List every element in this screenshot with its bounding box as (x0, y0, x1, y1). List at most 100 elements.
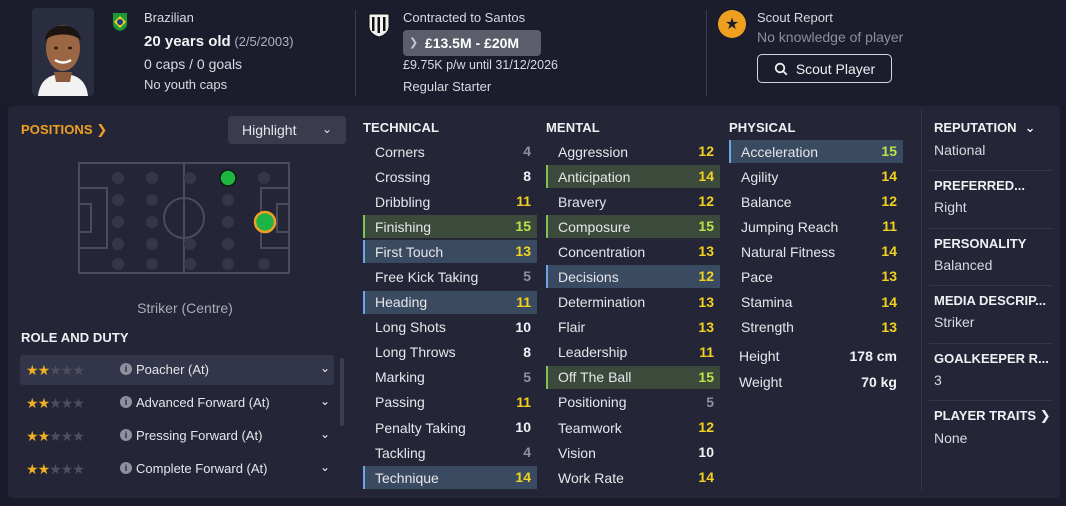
media-value: Striker (934, 314, 975, 330)
attribute-row[interactable]: Finishing 15 (363, 215, 537, 239)
star-icon: ★ (60, 428, 74, 444)
height-value: 178 cm (849, 348, 897, 364)
attribute-row[interactable]: Teamwork 12 (546, 416, 720, 439)
attribute-row[interactable]: Dribbling 11 (363, 190, 537, 213)
highlight-dropdown[interactable]: Highlight ⌄ (228, 116, 346, 144)
attribute-row[interactable]: Natural Fitness 14 (729, 240, 903, 263)
position-name: Striker (Centre) (137, 300, 233, 316)
attribute-row[interactable]: Technique 14 (363, 466, 537, 490)
attribute-row[interactable]: Passing 11 (363, 391, 537, 414)
attribute-value: 12 (698, 193, 714, 210)
attribute-value: 13 (698, 293, 714, 310)
attribute-row[interactable]: Stamina 14 (729, 291, 903, 314)
attribute-row[interactable]: Flair 13 (546, 316, 720, 339)
player-portrait (32, 8, 94, 96)
attribute-row[interactable]: Long Shots 10 (363, 316, 537, 339)
scout-report-subtitle: No knowledge of player (757, 29, 904, 45)
attribute-value: 8 (523, 343, 531, 360)
role-row[interactable]: ★★★★★ i Pressing Forward (At) ⌄ (20, 421, 334, 451)
attribute-row[interactable]: Vision 10 (546, 441, 720, 464)
attribute-row[interactable]: Crossing 8 (363, 165, 537, 188)
attribute-row[interactable]: Long Throws 8 (363, 341, 537, 364)
search-icon (774, 62, 788, 75)
traits-value: None (934, 430, 968, 446)
info-icon[interactable]: i (120, 396, 132, 408)
attribute-row[interactable]: Tackling 4 (363, 441, 537, 464)
role-list-scrollbar[interactable] (340, 358, 344, 426)
attribute-value: 10 (515, 318, 531, 335)
attribute-row[interactable]: Heading 11 (363, 290, 537, 314)
gk-label: GOALKEEPER R... (934, 351, 1049, 366)
attribute-row[interactable]: Bravery 12 (546, 190, 720, 213)
preferred-value: Right (934, 199, 967, 215)
attribute-row[interactable]: Positioning 5 (546, 391, 720, 414)
attribute-name: Vision (558, 444, 596, 461)
attribute-name: Aggression (558, 143, 629, 160)
attribute-row[interactable]: Off The Ball 15 (546, 365, 720, 389)
role-rating: ★★★★★ (26, 362, 85, 379)
attribute-row[interactable]: Jumping Reach 11 (729, 215, 903, 238)
attribute-row[interactable]: Pace 13 (729, 265, 903, 288)
attribute-row[interactable]: Strength 13 (729, 316, 903, 339)
attribute-row[interactable]: Determination 13 (546, 291, 720, 314)
age: 20 years old (144, 33, 231, 50)
chevron-down-icon[interactable]: ⌄ (320, 361, 330, 375)
attribute-row[interactable]: Marking 5 (363, 366, 537, 389)
header-divider (706, 10, 707, 96)
attribute-name: Pace (741, 268, 773, 285)
attribute-row[interactable]: Acceleration 15 (729, 140, 903, 163)
attribute-name: Technique (375, 469, 439, 486)
attribute-name: Penalty Taking (375, 419, 466, 436)
star-icon: ★ (37, 362, 51, 378)
squad-status: Regular Starter (403, 79, 492, 94)
chevron-down-icon[interactable]: ⌄ (320, 427, 330, 441)
attribute-name: Long Shots (375, 319, 446, 336)
star-icon: ★ (60, 362, 74, 378)
chevron-down-icon[interactable]: ⌄ (320, 460, 330, 474)
age-line: 20 years old (2/5/2003) (144, 33, 294, 50)
role-row[interactable]: ★★★★★ i Complete Forward (At) ⌄ (20, 454, 334, 484)
attribute-name: Positioning (558, 394, 627, 411)
youth-caps: No youth caps (144, 77, 228, 92)
chevron-down-icon[interactable]: ⌄ (320, 394, 330, 408)
attribute-row[interactable]: Corners 4 (363, 140, 537, 163)
star-icon: ★ (60, 461, 74, 477)
attribute-row[interactable]: Work Rate 14 (546, 466, 720, 489)
info-icon[interactable]: i (120, 363, 132, 375)
positions-link[interactable]: POSITIONS ❯ (21, 122, 107, 138)
attribute-row[interactable]: Penalty Taking 10 (363, 416, 537, 439)
scout-player-button[interactable]: Scout Player (757, 54, 892, 83)
attribute-value: 13 (698, 243, 714, 260)
player-traits[interactable]: PLAYER TRAITS ❯ None (934, 408, 1054, 446)
attribute-row[interactable]: Composure 15 (546, 215, 720, 239)
attribute-value: 14 (881, 168, 897, 185)
attribute-row[interactable]: Aggression 12 (546, 140, 720, 163)
attribute-name: Concentration (558, 243, 646, 260)
attribute-name: Jumping Reach (741, 218, 839, 235)
role-row[interactable]: ★★★★★ i Advanced Forward (At) ⌄ (20, 388, 334, 418)
attribute-name: Decisions (558, 268, 619, 285)
attribute-row[interactable]: First Touch 13 (363, 240, 537, 264)
role-name: Pressing Forward (At) (136, 428, 263, 443)
attribute-value: 11 (516, 293, 531, 310)
attribute-value: 12 (698, 143, 714, 159)
attribute-row[interactable]: Leadership 11 (546, 341, 720, 364)
highlight-label: Highlight (242, 122, 297, 138)
star-icon: ★ (37, 428, 51, 444)
reputation[interactable]: REPUTATION ⌄ National (934, 120, 1054, 158)
info-icon[interactable]: i (120, 429, 132, 441)
role-row[interactable]: ★★★★★ i Poacher (At) ⌄ (20, 355, 334, 385)
attribute-row[interactable]: Concentration 13 (546, 240, 720, 263)
attribute-row[interactable]: Anticipation 14 (546, 165, 720, 189)
transfer-value-button[interactable]: ❯ £13.5M - £20M (403, 30, 541, 56)
attribute-row[interactable]: Free Kick Taking 5 (363, 265, 537, 288)
attribute-row[interactable]: Agility 14 (729, 165, 903, 188)
attribute-name: Crossing (375, 168, 431, 185)
star-icon: ★ (26, 428, 39, 444)
info-icon[interactable]: i (120, 462, 132, 474)
attribute-row[interactable]: Balance 12 (729, 190, 903, 213)
personality: PERSONALITY Balanced (934, 236, 1054, 273)
attribute-row[interactable]: Decisions 12 (546, 265, 720, 289)
attribute-value: 15 (698, 368, 714, 385)
star-icon: ★ (60, 395, 74, 411)
